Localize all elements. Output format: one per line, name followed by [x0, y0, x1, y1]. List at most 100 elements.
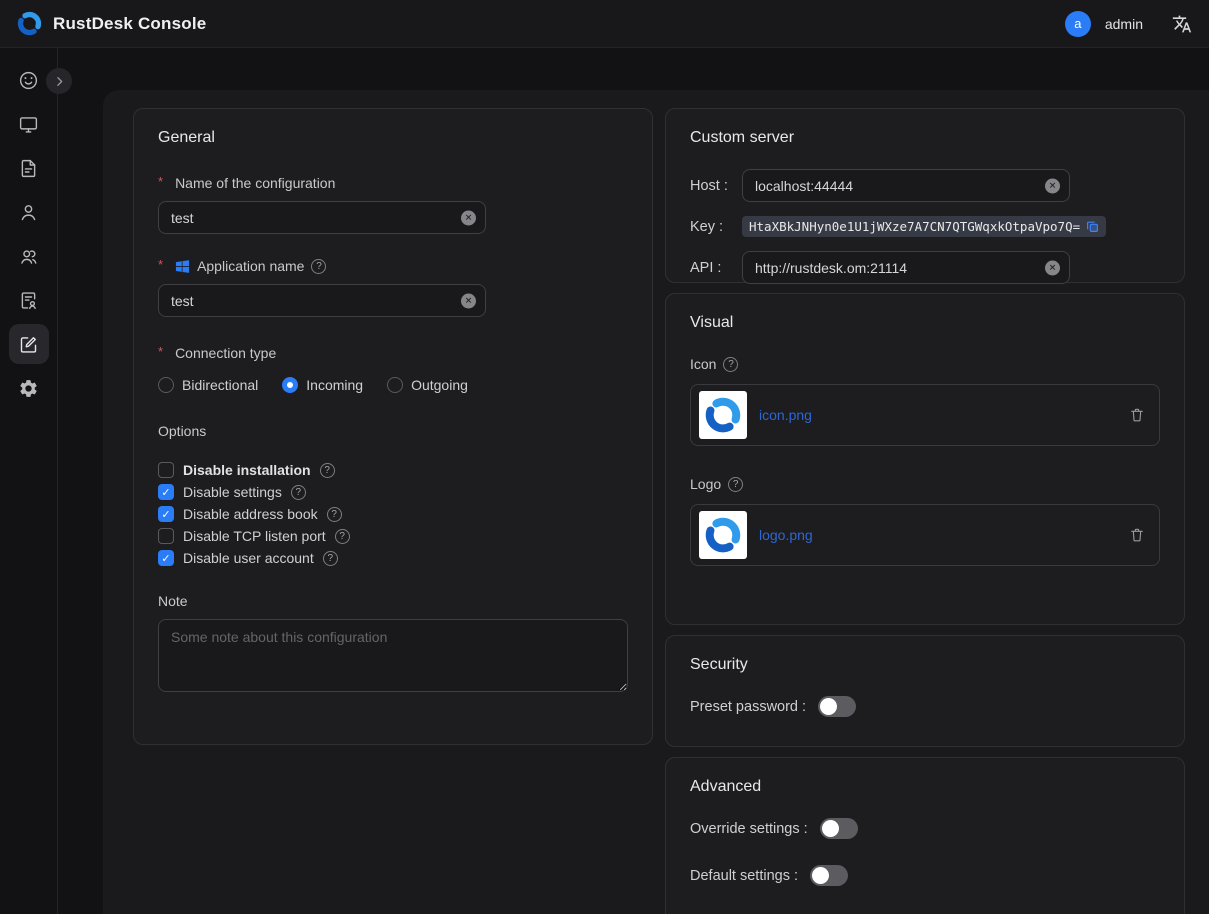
host-label: Host : — [690, 178, 742, 194]
logo-file-row: logo.png — [690, 504, 1160, 566]
document-icon — [18, 158, 39, 179]
checkbox-box — [158, 484, 174, 500]
icon-file-row: icon.png — [690, 384, 1160, 446]
language-switcher[interactable] — [1171, 13, 1193, 35]
preset-password-toggle[interactable] — [818, 696, 856, 717]
disable-tcp-listen-port-help-icon[interactable]: ? — [335, 529, 350, 544]
checkbox-box — [158, 528, 174, 544]
options-label: Options — [158, 423, 628, 439]
clear-api-icon[interactable]: ✕ — [1045, 260, 1060, 275]
user-avatar[interactable]: a — [1065, 11, 1091, 37]
advanced-title: Advanced — [690, 778, 1160, 796]
users-group-icon — [18, 246, 39, 267]
delete-icon-file-icon[interactable] — [1129, 407, 1145, 423]
checkbox-disable-installation[interactable]: Disable installation ? — [158, 459, 628, 481]
logo-file-link[interactable]: logo.png — [759, 527, 813, 543]
radio-bidirectional[interactable]: Bidirectional — [158, 377, 258, 393]
logo-thumbnail — [699, 511, 747, 559]
edit-icon — [18, 334, 39, 355]
rustdesk-logo-icon — [703, 515, 743, 555]
sidebar-item-logs[interactable] — [9, 148, 49, 188]
default-settings-toggle[interactable] — [810, 865, 848, 886]
config-name-label: Name of the configuration — [158, 175, 628, 191]
sidebar-item-users[interactable] — [9, 192, 49, 232]
gear-icon — [18, 378, 39, 399]
sidebar-item-devices[interactable] — [9, 104, 49, 144]
app-header: RustDesk Console a admin — [0, 0, 1209, 48]
checkbox-disable-address-book[interactable]: Disable address book ? — [158, 503, 628, 525]
sidebar-item-settings[interactable] — [9, 368, 49, 408]
checkbox-disable-tcp-listen-port[interactable]: Disable TCP listen port ? — [158, 525, 628, 547]
connection-type-group: Bidirectional Incoming Outgoing — [158, 377, 628, 393]
clear-config-name-icon[interactable]: ✕ — [461, 210, 476, 225]
checkbox-disable-user-account[interactable]: Disable user account ? — [158, 547, 628, 569]
monitor-icon — [18, 114, 39, 135]
brand: RustDesk Console — [16, 10, 206, 37]
security-card: Security Preset password : — [665, 635, 1185, 747]
preset-password-label: Preset password : — [690, 699, 806, 715]
username[interactable]: admin — [1105, 16, 1143, 32]
application-name-input[interactable] — [158, 284, 486, 317]
checkbox-disable-settings[interactable]: Disable settings ? — [158, 481, 628, 503]
clear-application-name-icon[interactable]: ✕ — [461, 293, 476, 308]
disable-user-account-help-icon[interactable]: ? — [323, 551, 338, 566]
copy-key-icon[interactable] — [1086, 220, 1099, 233]
sidebar-collapse-button[interactable] — [46, 68, 72, 94]
custom-server-title: Custom server — [690, 129, 1160, 147]
custom-server-card: Custom server Host : ✕ Key : HtaXBkJNHyn… — [665, 108, 1185, 283]
disable-installation-help-icon[interactable]: ? — [320, 463, 335, 478]
visual-title: Visual — [690, 314, 1160, 332]
override-settings-toggle[interactable] — [820, 818, 858, 839]
checkbox-box — [158, 462, 174, 478]
visual-card: Visual Icon ? icon.png Logo ? logo.png — [665, 293, 1185, 625]
key-value: HtaXBkJNHyn0e1U1jWXze7A7CN7QTGWqxkOtpaVp… — [749, 219, 1080, 234]
sidebar-item-groups[interactable] — [9, 236, 49, 276]
rustdesk-logo-icon — [16, 10, 43, 37]
disable-settings-help-icon[interactable]: ? — [291, 485, 306, 500]
rustdesk-logo-icon — [703, 395, 743, 435]
radio-dot — [387, 377, 403, 393]
key-label: Key : — [690, 219, 742, 235]
general-title: General — [158, 129, 628, 147]
logo-help-icon[interactable]: ? — [728, 477, 743, 492]
application-name-help-icon[interactable]: ? — [311, 259, 326, 274]
general-card: General Name of the configuration ✕ Appl… — [133, 108, 653, 745]
radio-dot — [282, 377, 298, 393]
api-input[interactable] — [742, 251, 1070, 284]
key-value-badge: HtaXBkJNHyn0e1U1jWXze7A7CN7QTGWqxkOtpaVp… — [742, 216, 1106, 237]
icon-help-icon[interactable]: ? — [723, 357, 738, 372]
checkbox-box — [158, 550, 174, 566]
radio-outgoing[interactable]: Outgoing — [387, 377, 468, 393]
sidebar-item-dashboard[interactable] — [9, 60, 49, 100]
default-settings-label: Default settings : — [690, 868, 798, 884]
icon-thumbnail — [699, 391, 747, 439]
user-icon — [18, 202, 39, 223]
note-textarea[interactable] — [158, 619, 628, 692]
main-content: General Name of the configuration ✕ Appl… — [103, 90, 1209, 914]
delete-logo-file-icon[interactable] — [1129, 527, 1145, 543]
disable-address-book-help-icon[interactable]: ? — [327, 507, 342, 522]
chevron-right-icon — [53, 75, 66, 88]
checkbox-box — [158, 506, 174, 522]
document-user-icon — [18, 290, 39, 311]
radio-incoming[interactable]: Incoming — [282, 377, 363, 393]
translate-icon — [1172, 14, 1192, 34]
sidebar-item-audit[interactable] — [9, 280, 49, 320]
api-label: API : — [690, 260, 742, 276]
override-settings-label: Override settings : — [690, 821, 808, 837]
config-name-input[interactable] — [158, 201, 486, 234]
clear-host-icon[interactable]: ✕ — [1045, 178, 1060, 193]
icon-file-link[interactable]: icon.png — [759, 407, 812, 423]
radio-dot — [158, 377, 174, 393]
icon-label: Icon ? — [690, 356, 1160, 372]
advanced-card: Advanced Override settings : Default set… — [665, 757, 1185, 914]
smiley-icon — [18, 70, 39, 91]
sidebar — [0, 48, 58, 914]
sidebar-item-configurations[interactable] — [9, 324, 49, 364]
application-name-label: Application name ? — [158, 258, 628, 274]
windows-icon — [175, 259, 190, 274]
host-input[interactable] — [742, 169, 1070, 202]
logo-label: Logo ? — [690, 476, 1160, 492]
app-title: RustDesk Console — [53, 14, 206, 34]
note-label: Note — [158, 593, 628, 609]
